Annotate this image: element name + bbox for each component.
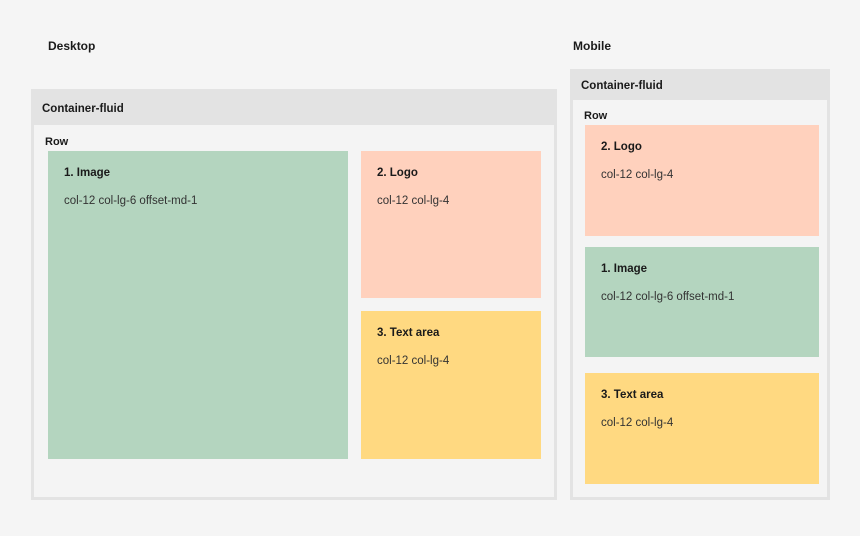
box-title: 1. Image [64,167,111,179]
box-classes: col-12 col-lg-6 offset-md-1 [64,195,198,207]
box-title: 3. Text area [377,327,440,339]
box-classes: col-12 col-lg-4 [377,195,450,207]
desktop-logo-box: 2. Logo col-12 col-lg-4 [361,151,541,298]
mobile-image-box: 1. Image col-12 col-lg-6 offset-md-1 [585,247,819,357]
desktop-container-label: Container-fluid [34,92,554,125]
mobile-text-area-box: 3. Text area col-12 col-lg-4 [585,373,819,484]
box-classes: col-12 col-lg-4 [377,355,450,367]
desktop-heading: Desktop [48,39,96,53]
mobile-container-label: Container-fluid [573,72,827,100]
mobile-row-label: Row [584,110,608,122]
box-title: 1. Image [601,263,648,275]
box-classes: col-12 col-lg-4 [601,417,674,429]
mobile-logo-box: 2. Logo col-12 col-lg-4 [585,125,819,236]
desktop-image-box: 1. Image col-12 col-lg-6 offset-md-1 [48,151,348,459]
box-classes: col-12 col-lg-4 [601,169,674,181]
box-title: 2. Logo [377,167,418,179]
box-title: 3. Text area [601,389,664,401]
desktop-text-area-box: 3. Text area col-12 col-lg-4 [361,311,541,459]
box-title: 2. Logo [601,141,642,153]
mobile-heading: Mobile [573,39,611,53]
desktop-row-label: Row [45,136,69,148]
box-classes: col-12 col-lg-6 offset-md-1 [601,291,735,303]
